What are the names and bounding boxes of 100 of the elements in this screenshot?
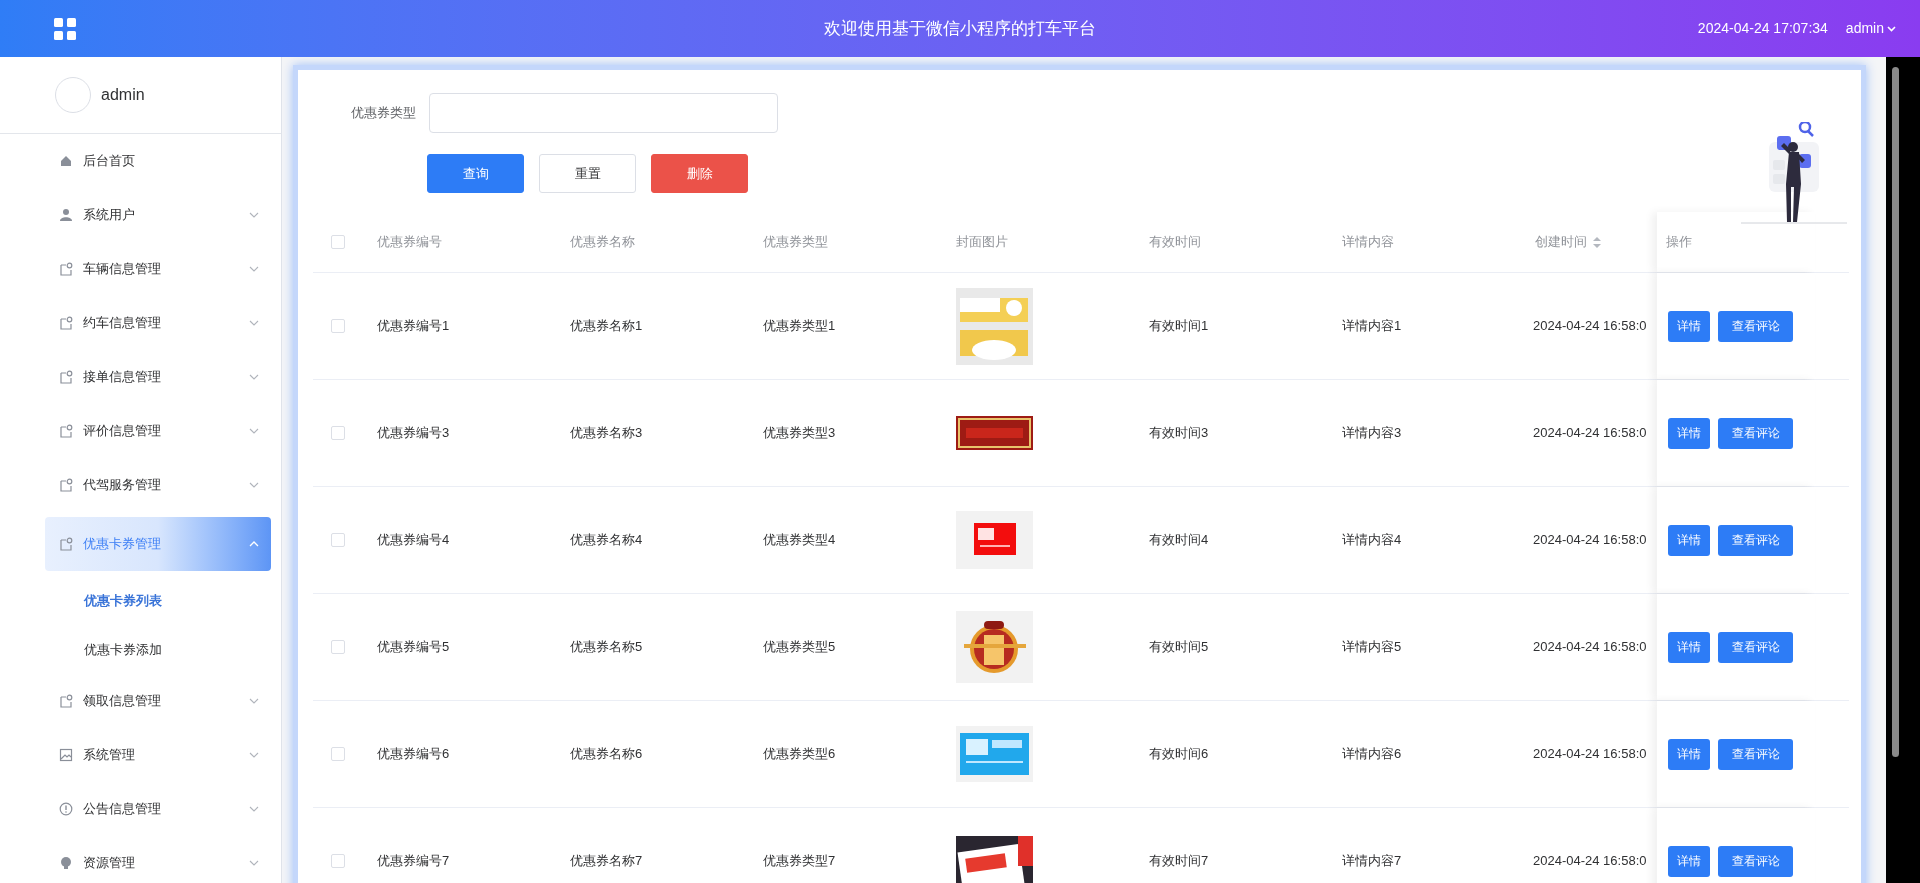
- table-cell: 优惠券编号5: [377, 639, 450, 655]
- table-cell: 优惠券类型4: [763, 532, 836, 548]
- user-icon: [59, 208, 73, 222]
- table-cell: 2024-04-24 16:58:0: [1533, 532, 1647, 548]
- menu-item[interactable]: 接单信息管理: [0, 350, 281, 404]
- checkbox[interactable]: [330, 640, 345, 654]
- detail-button[interactable]: 详情: [1668, 524, 1710, 556]
- delete-button[interactable]: 删除: [651, 154, 748, 193]
- menu-item[interactable]: 公告信息管理: [0, 782, 281, 836]
- table-cell: 优惠券类型5: [763, 639, 836, 655]
- user-name: admin: [101, 85, 145, 105]
- scrollbar[interactable]: [1892, 67, 1899, 757]
- table-cell: 详情内容5: [1342, 639, 1402, 655]
- table-cell: 详情内容1: [1342, 318, 1402, 334]
- column-header: 有效时间: [1149, 233, 1201, 252]
- column-header: 优惠券类型: [763, 233, 828, 252]
- image-icon: [59, 748, 73, 762]
- view-comments-button[interactable]: 查看评论: [1718, 310, 1793, 342]
- detail-button[interactable]: 详情: [1668, 417, 1710, 449]
- menu-item[interactable]: 代驾服务管理: [0, 458, 281, 512]
- app-title: 欢迎使用基于微信小程序的打车平台: [824, 17, 1096, 40]
- view-comments-button[interactable]: 查看评论: [1718, 417, 1793, 449]
- document-icon: [59, 694, 73, 708]
- table-cell: 优惠券编号4: [377, 532, 450, 548]
- document-icon: [59, 370, 73, 384]
- view-comments-button[interactable]: 查看评论: [1718, 845, 1793, 877]
- column-header: 优惠券编号: [377, 233, 442, 252]
- date-time: 2024-04-24 17:07:34: [1697, 19, 1828, 38]
- menu-item[interactable]: 资源管理: [0, 836, 281, 883]
- document-icon: [59, 262, 73, 276]
- table-cell: 2024-04-24 16:58:0: [1533, 746, 1647, 762]
- table-cell: 优惠券编号3: [377, 425, 450, 441]
- table-cell: 2024-04-24 16:58:0: [1533, 853, 1647, 869]
- coupon-type-input[interactable]: [429, 93, 778, 133]
- table-cell: 优惠券类型3: [763, 425, 836, 441]
- view-comments-button[interactable]: 查看评论: [1718, 524, 1793, 556]
- table-cell: 有效时间6: [1149, 746, 1209, 762]
- table-cell: 有效时间5: [1149, 639, 1209, 655]
- menu-item[interactable]: 领取信息管理: [0, 674, 281, 728]
- avatar: [55, 77, 91, 113]
- view-comments-button[interactable]: 查看评论: [1718, 631, 1793, 663]
- table-cell: 优惠券名称3: [570, 425, 643, 441]
- column-header: 操作: [1666, 233, 1692, 252]
- view-comments-button[interactable]: 查看评论: [1718, 738, 1793, 770]
- detail-button[interactable]: 详情: [1668, 310, 1710, 342]
- user-menu[interactable]: admin: [1845, 18, 1896, 39]
- field-label: 优惠券类型: [351, 104, 416, 123]
- menu-item[interactable]: 系统管理: [0, 728, 281, 782]
- document-icon: [59, 424, 73, 438]
- menu-item[interactable]: 车辆信息管理: [0, 242, 281, 296]
- checkbox[interactable]: [330, 426, 345, 440]
- menu-item[interactable]: 系统用户: [0, 188, 281, 242]
- table-cell: 优惠券名称7: [570, 853, 643, 869]
- column-header: 优惠券名称: [570, 233, 635, 252]
- column-header[interactable]: 创建时间: [1535, 232, 1587, 252]
- table-cell: 优惠券编号6: [377, 746, 450, 762]
- checkbox[interactable]: [330, 319, 345, 333]
- table-cell: 详情内容7: [1342, 853, 1402, 869]
- menu-item[interactable]: 后台首页: [0, 134, 281, 188]
- document-icon: [59, 316, 73, 330]
- reset-button[interactable]: 重置: [539, 154, 636, 193]
- table-cell: 优惠券名称4: [570, 532, 643, 548]
- table-cell: 优惠券名称5: [570, 639, 643, 655]
- document-icon: [59, 537, 73, 551]
- detail-button[interactable]: 详情: [1668, 845, 1710, 877]
- menu-item[interactable]: 评价信息管理: [0, 404, 281, 458]
- bulb-icon: [59, 856, 73, 870]
- table-cell: 详情内容3: [1342, 425, 1402, 441]
- table-cell: 2024-04-24 16:58:0: [1533, 425, 1647, 441]
- submenu-item[interactable]: 优惠卡券列表: [84, 590, 162, 611]
- table-cell: 优惠券类型7: [763, 853, 836, 869]
- table-cell: 优惠券类型1: [763, 318, 836, 334]
- table-cell: 有效时间3: [1149, 425, 1209, 441]
- column-header: 详情内容: [1342, 233, 1394, 252]
- checkbox[interactable]: [330, 854, 345, 868]
- table-cell: 优惠券类型6: [763, 746, 836, 762]
- table-cell: 优惠券编号1: [377, 318, 450, 334]
- checkbox[interactable]: [330, 235, 345, 249]
- detail-button[interactable]: 详情: [1668, 738, 1710, 770]
- submenu-item[interactable]: 优惠卡券添加: [84, 639, 162, 660]
- checkbox[interactable]: [330, 533, 345, 547]
- table-cell: 有效时间4: [1149, 532, 1209, 548]
- sort-icon[interactable]: [1593, 236, 1601, 248]
- menu-item[interactable]: 约车信息管理: [0, 296, 281, 350]
- table-cell: 2024-04-24 16:58:0: [1533, 318, 1647, 334]
- search-button[interactable]: 查询: [427, 154, 524, 193]
- checkbox[interactable]: [330, 747, 345, 761]
- detail-button[interactable]: 详情: [1668, 631, 1710, 663]
- document-icon: [59, 478, 73, 492]
- caret-icon: [1887, 25, 1896, 32]
- table-cell: 有效时间7: [1149, 853, 1209, 869]
- table-cell: 优惠券名称1: [570, 318, 643, 334]
- table-cell: 优惠券编号7: [377, 853, 450, 869]
- warning-icon: [59, 802, 73, 816]
- table-cell: 详情内容4: [1342, 532, 1402, 548]
- table-cell: 有效时间1: [1149, 318, 1209, 334]
- table-cell: 详情内容6: [1342, 746, 1402, 762]
- menu-item[interactable]: 优惠卡券管理: [45, 517, 271, 571]
- table-cell: 优惠券名称6: [570, 746, 643, 762]
- grid-menu-icon[interactable]: [54, 17, 76, 40]
